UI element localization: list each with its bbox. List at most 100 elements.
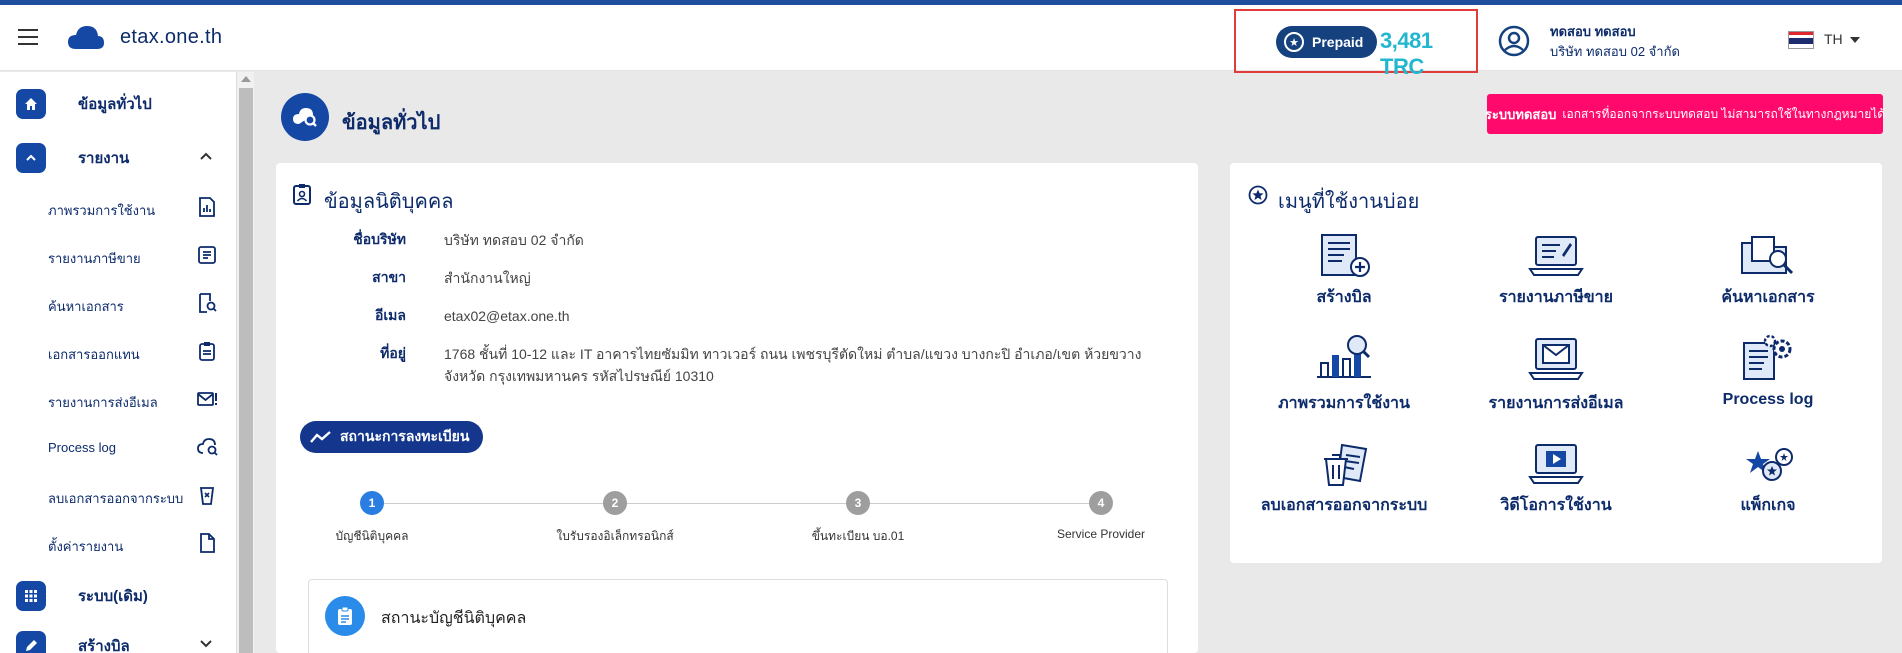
trash-document-icon	[1324, 443, 1368, 486]
brand-name[interactable]: etax.one.th	[120, 26, 222, 49]
quick-process-log[interactable]: Process log	[1668, 333, 1868, 409]
quick-create-bill[interactable]: สร้างบิล	[1244, 233, 1444, 310]
quick-menu-label: แพ็กเกจ	[1740, 497, 1796, 514]
registration-status-button[interactable]: สถานะการลงทะเบียน	[300, 421, 484, 453]
company-email-label: อีเมล	[374, 307, 406, 323]
sidebar-item-label: ระบบ(เดิม)	[78, 588, 148, 605]
quick-email-report[interactable]: รายงานการส่งอีเมล	[1456, 333, 1656, 416]
scroll-up-arrow-icon[interactable]	[241, 76, 251, 82]
id-badge-icon	[292, 183, 312, 210]
chevron-up-icon	[16, 143, 46, 173]
cloud-search-icon	[196, 436, 220, 463]
sidebar-subitem-report-settings[interactable]: ตั้งค่ารายงาน	[0, 524, 236, 564]
sidebar-item-report[interactable]: รายงาน	[0, 138, 236, 178]
step-1-label: บัญชีนิติบุคคล	[335, 529, 409, 543]
sidebar-subitem-process-log[interactable]: Process log	[0, 428, 236, 468]
frequent-menu-title: เมนูที่ใช้งานบ่อย	[1278, 191, 1420, 213]
quick-delete-document[interactable]: ลบเอกสารออกจากระบบ	[1244, 441, 1444, 518]
cloud-logo-icon[interactable]	[66, 23, 106, 56]
laptop-report-icon	[1528, 236, 1584, 276]
company-address-label: ที่อยู่	[380, 345, 406, 361]
step-3-label: ขึ้นทะเบียน บอ.01	[811, 529, 905, 543]
address-line-2: จังหวัด กรุงเทพมหานคร รหัสไปรษณีย์ 10310	[444, 368, 714, 384]
step-4-label: Service Provider	[1056, 527, 1146, 541]
company-address-value: 1768 ชั้นที่ 10-12 และ IT อาคารไทยซัมมิท…	[444, 343, 1144, 387]
credit-balance: 3,481 TRC	[1380, 28, 1433, 79]
user-avatar-icon[interactable]	[1498, 25, 1530, 62]
company-branch-value: สำนักงานใหญ่	[444, 270, 531, 286]
document-list-icon	[196, 244, 218, 271]
trash-icon	[196, 484, 218, 511]
report-chart-icon	[196, 196, 218, 223]
laptop-play-icon	[1528, 444, 1584, 484]
step-2[interactable]: 2	[603, 491, 627, 515]
address-line-1: 1768 ชั้นที่ 10-12 และ IT อาคารไทยซัมมิท…	[444, 346, 1142, 362]
sidebar-subitem-label: ค้นหาเอกสาร	[48, 299, 124, 314]
caret-down-icon[interactable]	[1850, 37, 1860, 43]
create-bill-icon	[1321, 234, 1370, 277]
sidebar-item-legacy[interactable]: ระบบ(เดิม)	[0, 576, 236, 616]
trend-line-icon	[310, 430, 332, 444]
step-4[interactable]: 4	[1089, 491, 1113, 515]
stars-badge-icon	[1746, 448, 1793, 481]
laptop-mail-icon	[1528, 338, 1584, 380]
sidebar-item-label: ข้อมูลทั่วไป	[78, 96, 152, 113]
quick-usage-overview[interactable]: ภาพรวมการใช้งาน	[1244, 333, 1444, 416]
banner-text: เอกสารที่ออกจากระบบทดสอบ ไม่สามารถใช้ในท…	[1562, 106, 1886, 121]
quick-menu-label: Process log	[1722, 391, 1814, 408]
page-title: ข้อมูลทั่วไป	[342, 112, 441, 134]
stepper-line	[372, 503, 1102, 504]
sidebar-item-general[interactable]: ข้อมูลทั่วไป	[0, 84, 236, 124]
document-gear-icon	[1743, 334, 1792, 380]
quick-tutorial-video[interactable]: วิดีโอการใช้งาน	[1456, 441, 1656, 518]
sidebar-subitem-substitute-document[interactable]: เอกสารออกแทน	[0, 332, 236, 372]
sidebar-subitem-search-document[interactable]: ค้นหาเอกสาร	[0, 284, 236, 324]
sidebar-subitem-email-report[interactable]: รายงานการส่งอีเมล	[0, 380, 236, 420]
step-3[interactable]: 3	[846, 491, 870, 515]
sidebar-subitem-label: Process log	[48, 440, 116, 455]
banner-bold-text: ระบบทดสอบ	[1484, 106, 1557, 122]
star-icon: ★	[1284, 32, 1304, 52]
folder-search-icon	[1741, 236, 1794, 275]
sidebar-item-label: รายงาน	[78, 150, 130, 167]
step-2-label: ใบรับรองอิเล็กทรอนิกส์	[556, 529, 674, 543]
sidebar-subitem-label: รายงานภาษีขาย	[48, 251, 141, 266]
user-company[interactable]: บริษัท ทดสอบ 02 จำกัด	[1550, 41, 1680, 62]
account-status-title: สถานะบัญชีนิติบุคคล	[381, 610, 527, 627]
user-name[interactable]: ทดสอบ ทดสอบ	[1550, 21, 1636, 42]
prepaid-button[interactable]: ★ Prepaid	[1276, 26, 1378, 58]
sidebar-scrollbar[interactable]	[236, 72, 254, 653]
bar-chart-search-icon	[1317, 335, 1371, 378]
quick-menu-label: สร้างบิล	[1316, 289, 1372, 306]
document-search-icon	[196, 292, 218, 319]
quick-menu-label: ค้นหาเอกสาร	[1721, 289, 1815, 306]
sidebar-subitem-label: ภาพรวมการใช้งาน	[48, 203, 156, 218]
sidebar-subitem-label: ลบเอกสารออกจากระบบ	[48, 491, 184, 506]
quick-search-document[interactable]: ค้นหาเอกสาร	[1668, 233, 1868, 310]
registration-status-label: สถานะการลงทะเบียน	[340, 428, 470, 444]
quick-sales-tax-report[interactable]: รายงานภาษีขาย	[1456, 233, 1656, 310]
step-1[interactable]: 1	[360, 491, 384, 515]
language-selector[interactable]: TH	[1824, 31, 1843, 47]
sidebar-subitem-label: ตั้งค่ารายงาน	[48, 539, 124, 554]
company-name-label: ชื่อบริษัท	[353, 231, 406, 247]
credit-highlight-box: ★ Prepaid 3,481 TRC	[1234, 9, 1478, 79]
company-info-card: ข้อมูลนิติบุคคล ชื่อบริษัท บริษัท ทดสอบ …	[276, 163, 1198, 653]
quick-menu-label: วิดีโอการใช้งาน	[1500, 497, 1612, 514]
sidebar-subitem-usage-overview[interactable]: ภาพรวมการใช้งาน	[0, 188, 236, 228]
company-email-value: etax02@etax.one.th	[444, 308, 570, 324]
quick-menu-label: ภาพรวมการใช้งาน	[1278, 395, 1410, 412]
chevron-up-icon[interactable]	[198, 148, 214, 169]
home-icon	[16, 89, 46, 119]
sidebar-subitem-delete-document[interactable]: ลบเอกสารออกจากระบบ	[0, 476, 236, 516]
star-circle-icon	[1248, 185, 1268, 210]
company-branch-label: สาขา	[372, 269, 406, 285]
chevron-down-icon[interactable]	[198, 636, 214, 653]
quick-package[interactable]: แพ็กเกจ	[1668, 441, 1868, 518]
thai-flag-icon[interactable]	[1788, 31, 1814, 49]
company-name-value: บริษัท ทดสอบ 02 จำกัด	[444, 232, 584, 248]
hamburger-menu-icon[interactable]	[18, 29, 38, 45]
scrollbar-thumb[interactable]	[239, 88, 253, 653]
sidebar-subitem-sales-tax-report[interactable]: รายงานภาษีขาย	[0, 236, 236, 276]
sidebar-item-create-bill[interactable]: สร้างบิล	[0, 626, 236, 653]
